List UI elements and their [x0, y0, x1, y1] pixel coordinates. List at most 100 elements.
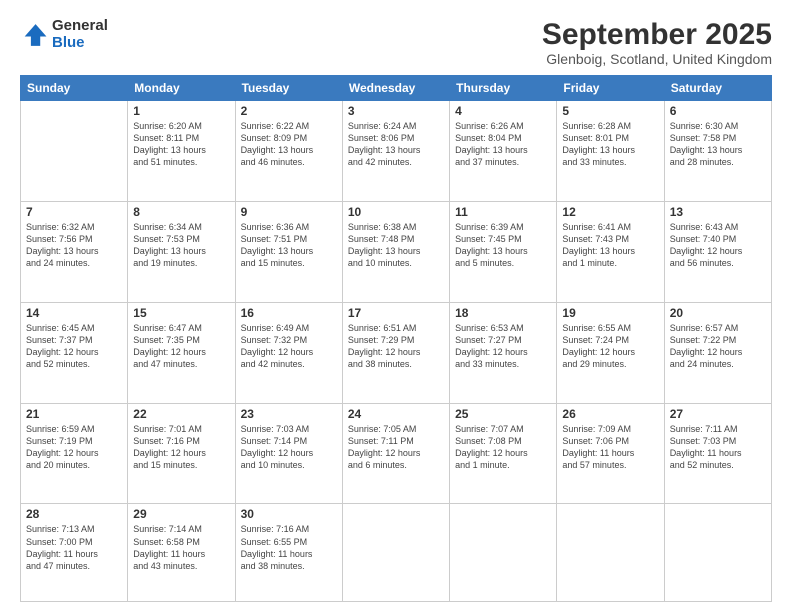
day-info: Sunrise: 6:53 AMSunset: 7:27 PMDaylight:… [455, 322, 551, 371]
month-title: September 2025 [542, 18, 772, 51]
header: General Blue September 2025 Glenboig, Sc… [20, 18, 772, 67]
day-info: Sunrise: 7:16 AMSunset: 6:55 PMDaylight:… [241, 523, 337, 572]
day-info: Sunrise: 6:47 AMSunset: 7:35 PMDaylight:… [133, 322, 229, 371]
day-number: 7 [26, 205, 122, 219]
table-row [21, 101, 128, 202]
table-row: 25 Sunrise: 7:07 AMSunset: 7:08 PMDayligh… [450, 403, 557, 504]
table-row: 14 Sunrise: 6:45 AMSunset: 7:37 PMDayligh… [21, 302, 128, 403]
day-number: 15 [133, 306, 229, 320]
table-row: 27 Sunrise: 7:11 AMSunset: 7:03 PMDayligh… [664, 403, 771, 504]
day-number: 12 [562, 205, 658, 219]
col-friday: Friday [557, 76, 664, 101]
table-row: 19Sunrise: 6:55 AMSunset: 7:24 PMDayligh… [557, 302, 664, 403]
day-number: 27 [670, 407, 766, 421]
table-row: 10 Sunrise: 6:38 AMSunset: 7:48 PMDayligh… [342, 201, 449, 302]
logo-blue: Blue [52, 35, 108, 52]
calendar-table: Sunday Monday Tuesday Wednesday Thursday… [20, 75, 772, 602]
day-number: 24 [348, 407, 444, 421]
table-row: 24 Sunrise: 7:05 AMSunset: 7:11 PMDayligh… [342, 403, 449, 504]
day-info: Sunrise: 7:07 AMSunset: 7:08 PMDaylight:… [455, 423, 551, 472]
day-info: Sunrise: 7:09 AMSunset: 7:06 PMDaylight:… [562, 423, 658, 472]
day-number: 5 [562, 104, 658, 118]
day-number: 2 [241, 104, 337, 118]
day-number: 6 [670, 104, 766, 118]
table-row: 21 Sunrise: 6:59 AMSunset: 7:19 PMDayligh… [21, 403, 128, 504]
table-row: 1 Sunrise: 6:20 AMSunset: 8:11 PMDaylight… [128, 101, 235, 202]
day-info: Sunrise: 6:45 AMSunset: 7:37 PMDaylight:… [26, 322, 122, 371]
table-row: 18 Sunrise: 6:53 AMSunset: 7:27 PMDayligh… [450, 302, 557, 403]
day-info: Sunrise: 6:41 AMSunset: 7:43 PMDaylight:… [562, 221, 658, 270]
day-info: Sunrise: 6:28 AMSunset: 8:01 PMDaylight:… [562, 120, 658, 169]
title-block: September 2025 Glenboig, Scotland, Unite… [542, 18, 772, 67]
calendar-header-row: Sunday Monday Tuesday Wednesday Thursday… [21, 76, 772, 101]
day-info: Sunrise: 6:26 AMSunset: 8:04 PMDaylight:… [455, 120, 551, 169]
day-number: 23 [241, 407, 337, 421]
day-number: 18 [455, 306, 551, 320]
day-info: Sunrise: 6:20 AMSunset: 8:11 PMDaylight:… [133, 120, 229, 169]
day-info: Sunrise: 6:59 AMSunset: 7:19 PMDaylight:… [26, 423, 122, 472]
day-info: Sunrise: 7:01 AMSunset: 7:16 PMDaylight:… [133, 423, 229, 472]
col-thursday: Thursday [450, 76, 557, 101]
day-number: 3 [348, 104, 444, 118]
table-row [342, 504, 449, 602]
day-number: 13 [670, 205, 766, 219]
table-row: 12 Sunrise: 6:41 AMSunset: 7:43 PMDayligh… [557, 201, 664, 302]
day-number: 20 [670, 306, 766, 320]
day-info: Sunrise: 6:57 AMSunset: 7:22 PMDaylight:… [670, 322, 766, 371]
table-row: 16 Sunrise: 6:49 AMSunset: 7:32 PMDayligh… [235, 302, 342, 403]
day-info: Sunrise: 7:14 AMSunset: 6:58 PMDaylight:… [133, 523, 229, 572]
col-tuesday: Tuesday [235, 76, 342, 101]
table-row: 4 Sunrise: 6:26 AMSunset: 8:04 PMDaylight… [450, 101, 557, 202]
col-sunday: Sunday [21, 76, 128, 101]
table-row: 7 Sunrise: 6:32 AMSunset: 7:56 PMDaylight… [21, 201, 128, 302]
col-saturday: Saturday [664, 76, 771, 101]
table-row: 3Sunrise: 6:24 AMSunset: 8:06 PMDaylight… [342, 101, 449, 202]
day-info: Sunrise: 6:51 AMSunset: 7:29 PMDaylight:… [348, 322, 444, 371]
day-number: 30 [241, 507, 337, 521]
logo-text: General Blue [52, 18, 108, 51]
col-monday: Monday [128, 76, 235, 101]
day-info: Sunrise: 6:22 AMSunset: 8:09 PMDaylight:… [241, 120, 337, 169]
day-info: Sunrise: 7:03 AMSunset: 7:14 PMDaylight:… [241, 423, 337, 472]
table-row: 5 Sunrise: 6:28 AMSunset: 8:01 PMDaylight… [557, 101, 664, 202]
day-info: Sunrise: 7:11 AMSunset: 7:03 PMDaylight:… [670, 423, 766, 472]
day-number: 8 [133, 205, 229, 219]
location: Glenboig, Scotland, United Kingdom [542, 51, 772, 67]
table-row: 20 Sunrise: 6:57 AMSunset: 7:22 PMDayligh… [664, 302, 771, 403]
day-info: Sunrise: 7:13 AMSunset: 7:00 PMDaylight:… [26, 523, 122, 572]
table-row: 8 Sunrise: 6:34 AMSunset: 7:53 PMDaylight… [128, 201, 235, 302]
logo-general: General [52, 18, 108, 35]
day-number: 14 [26, 306, 122, 320]
table-row: 22 Sunrise: 7:01 AMSunset: 7:16 PMDayligh… [128, 403, 235, 504]
day-info: Sunrise: 7:05 AMSunset: 7:11 PMDaylight:… [348, 423, 444, 472]
table-row: 15 Sunrise: 6:47 AMSunset: 7:35 PMDayligh… [128, 302, 235, 403]
day-info: Sunrise: 6:36 AMSunset: 7:51 PMDaylight:… [241, 221, 337, 270]
day-info: Sunrise: 6:55 AMSunset: 7:24 PMDaylight:… [562, 322, 658, 371]
day-number: 25 [455, 407, 551, 421]
table-row [450, 504, 557, 602]
day-number: 21 [26, 407, 122, 421]
table-row [664, 504, 771, 602]
day-info: Sunrise: 6:39 AMSunset: 7:45 PMDaylight:… [455, 221, 551, 270]
table-row: 17Sunrise: 6:51 AMSunset: 7:29 PMDayligh… [342, 302, 449, 403]
logo: General Blue [20, 18, 108, 51]
table-row: 26Sunrise: 7:09 AMSunset: 7:06 PMDayligh… [557, 403, 664, 504]
day-number: 29 [133, 507, 229, 521]
day-info: Sunrise: 6:30 AMSunset: 7:58 PMDaylight:… [670, 120, 766, 169]
table-row: 13 Sunrise: 6:43 AMSunset: 7:40 PMDayligh… [664, 201, 771, 302]
table-row [557, 504, 664, 602]
day-info: Sunrise: 6:32 AMSunset: 7:56 PMDaylight:… [26, 221, 122, 270]
day-info: Sunrise: 6:43 AMSunset: 7:40 PMDaylight:… [670, 221, 766, 270]
day-number: 9 [241, 205, 337, 219]
day-number: 10 [348, 205, 444, 219]
day-number: 22 [133, 407, 229, 421]
day-number: 16 [241, 306, 337, 320]
day-info: Sunrise: 6:49 AMSunset: 7:32 PMDaylight:… [241, 322, 337, 371]
table-row: 6 Sunrise: 6:30 AMSunset: 7:58 PMDaylight… [664, 101, 771, 202]
day-info: Sunrise: 6:38 AMSunset: 7:48 PMDaylight:… [348, 221, 444, 270]
day-number: 1 [133, 104, 229, 118]
day-number: 4 [455, 104, 551, 118]
day-info: Sunrise: 6:34 AMSunset: 7:53 PMDaylight:… [133, 221, 229, 270]
day-number: 11 [455, 205, 551, 219]
table-row: 23 Sunrise: 7:03 AMSunset: 7:14 PMDayligh… [235, 403, 342, 504]
